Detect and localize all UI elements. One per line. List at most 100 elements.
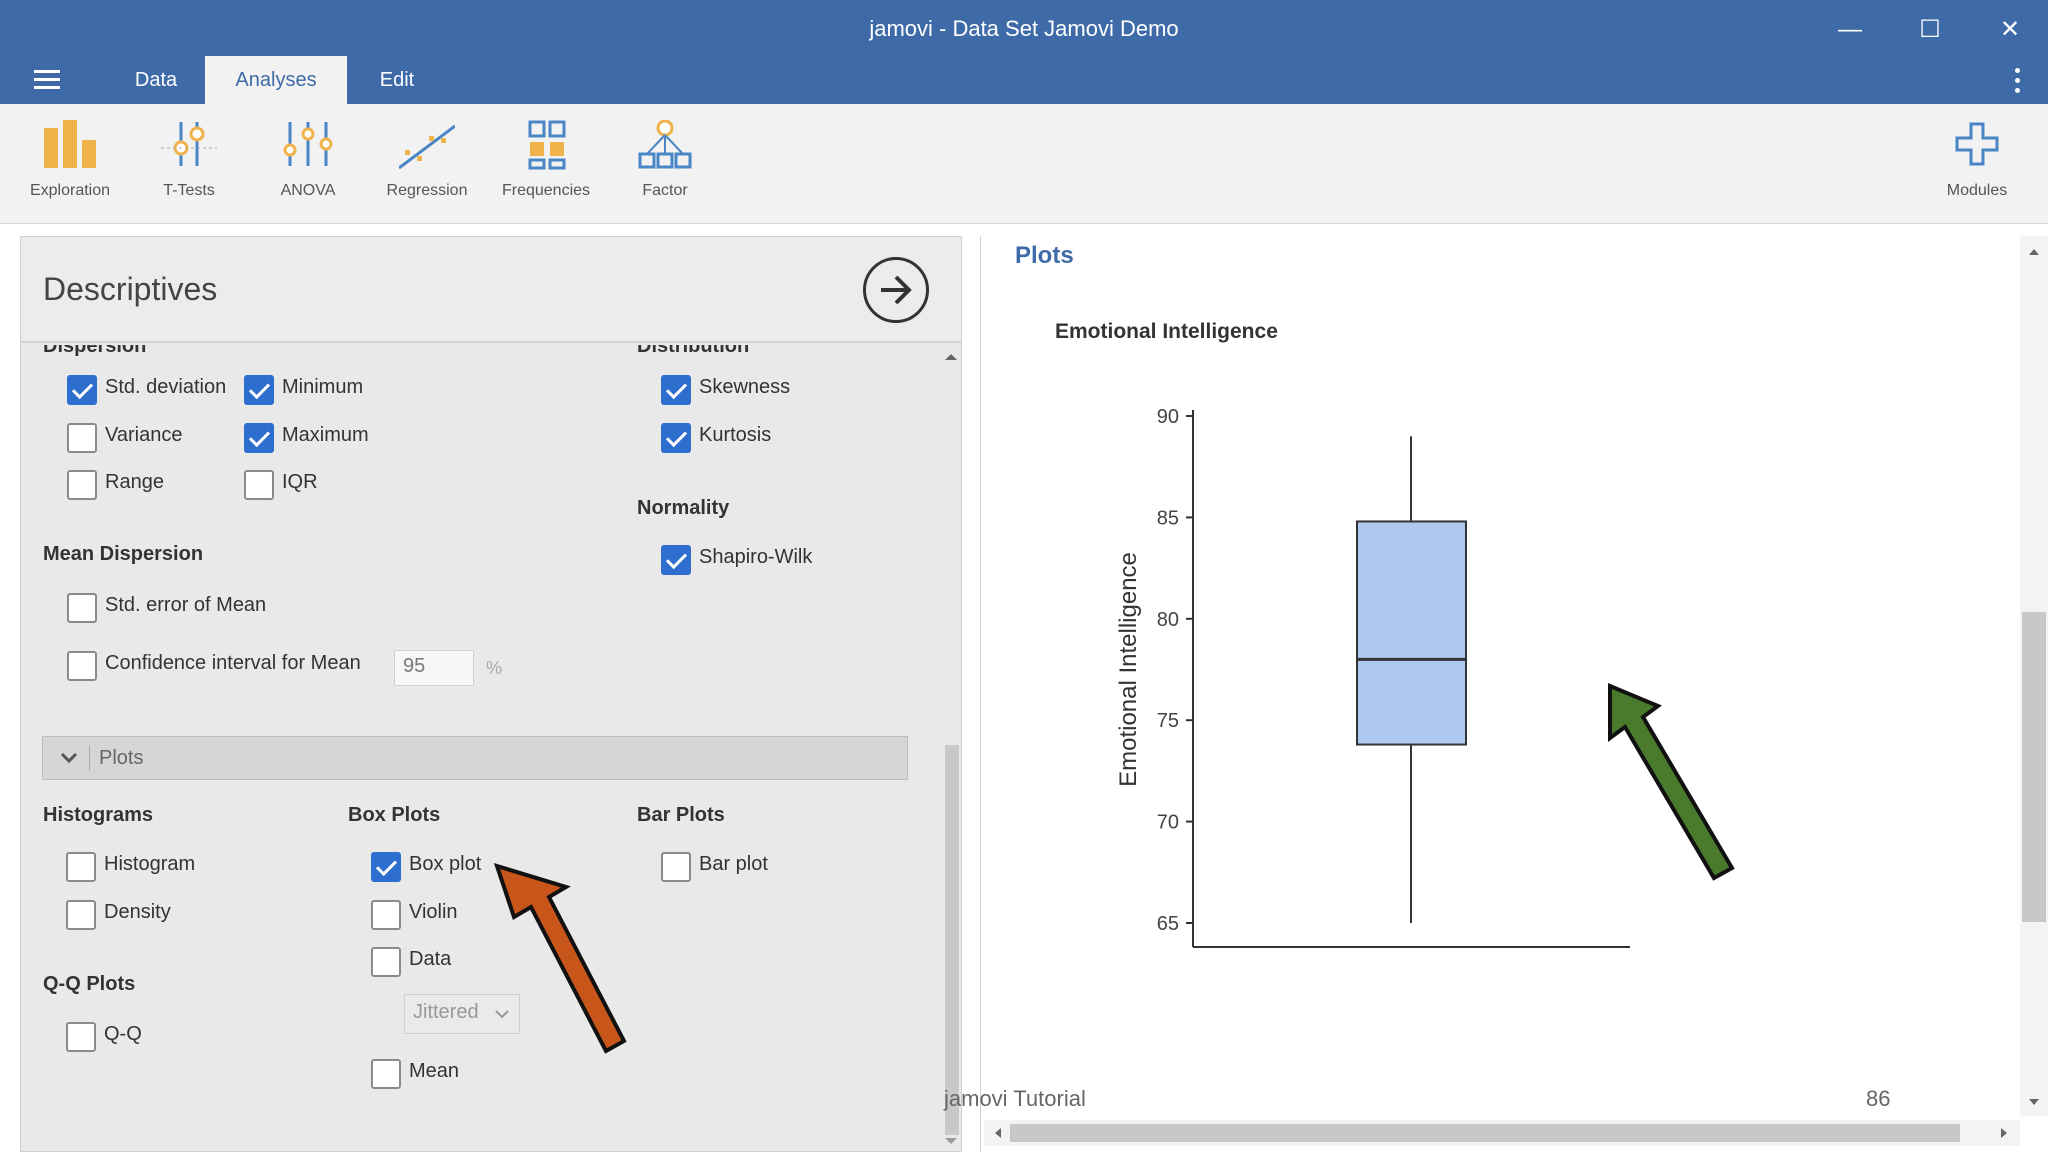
plus-icon: [1955, 122, 1999, 166]
scroll-right-icon[interactable]: [1994, 1120, 2014, 1146]
page-number: 86: [1866, 1086, 1891, 1111]
plots-section-header[interactable]: Plots: [42, 736, 908, 780]
violin-checkbox[interactable]: [371, 900, 401, 930]
t-tests-label: T-Tests: [163, 182, 215, 199]
title-bar: jamovi - Data Set Jamovi Demo — ☐ ✕ Data…: [0, 0, 2048, 104]
qq-checkbox[interactable]: [66, 1022, 96, 1052]
violin-label: Violin: [409, 901, 458, 923]
bar-plots-heading: Bar Plots: [637, 804, 725, 826]
anova-label: ANOVA: [280, 182, 336, 199]
normality-heading: Normality: [637, 497, 730, 519]
shapiro-wilk-label: Shapiro-Wilk: [699, 546, 813, 568]
results-heading: Plots: [1015, 242, 1074, 269]
box-plots-heading: Box Plots: [348, 804, 441, 826]
close-button[interactable]: ✕: [1980, 8, 2040, 52]
plot-title: Emotional Intelligence: [1055, 320, 1278, 343]
regression-label: Regression: [386, 182, 468, 199]
exploration-label: Exploration: [29, 182, 111, 199]
kurtosis-label: Kurtosis: [699, 424, 772, 446]
t-tests-icon: [161, 122, 217, 166]
std-error-mean-label: Std. error of Mean: [105, 594, 267, 616]
scroll-down-icon[interactable]: [2020, 1092, 2048, 1112]
box-plot-checkbox[interactable]: [371, 852, 401, 882]
histograms-heading: Histograms: [43, 804, 154, 826]
frequencies-icon: [528, 120, 566, 170]
distribution-heading: Distribution: [637, 345, 750, 357]
options-scrollbar[interactable]: [941, 345, 961, 1151]
chevron-down-icon: [60, 752, 78, 764]
bar-plot-checkbox[interactable]: [661, 852, 691, 882]
range-checkbox[interactable]: [67, 470, 97, 500]
modules-button[interactable]: Modules: [1922, 120, 2032, 210]
chevron-down-icon: [495, 1010, 509, 1019]
data-mode-value: Jittered: [413, 1001, 479, 1023]
iqr-checkbox[interactable]: [244, 470, 274, 500]
results-scroll-thumb[interactable]: [2022, 612, 2046, 922]
mean-dispersion-heading: Mean Dispersion: [43, 543, 204, 565]
options-header: Descriptives: [21, 237, 961, 343]
iqr-label: IQR: [282, 471, 318, 493]
results-panel: Plots Emotional Intelligence: [980, 236, 2048, 1152]
qq-plots-heading: Q-Q Plots: [43, 973, 136, 995]
data-mode-select[interactable]: Jittered: [404, 994, 520, 1034]
regression-button[interactable]: Regression: [372, 120, 482, 210]
minimum-checkbox[interactable]: [244, 375, 274, 405]
qq-label: Q-Q: [104, 1023, 142, 1045]
scroll-up-icon[interactable]: [941, 347, 961, 367]
exploration-icon: [44, 120, 96, 168]
skewness-checkbox[interactable]: [661, 375, 691, 405]
mean-checkbox[interactable]: [371, 1059, 401, 1089]
factor-label: Factor: [642, 182, 688, 199]
analysis-title: Descriptives: [43, 271, 218, 307]
more-options-icon[interactable]: [2014, 68, 2022, 94]
std-deviation-checkbox[interactable]: [67, 375, 97, 405]
footer-caption: jamovi Tutorial: [944, 1086, 1086, 1111]
options-scroll-thumb[interactable]: [945, 745, 959, 1135]
std-deviation-label: Std. deviation: [105, 376, 227, 398]
arrow-right-icon: [881, 275, 912, 305]
frequencies-button[interactable]: Frequencies: [491, 120, 601, 210]
dispersion-heading: Dispersion: [43, 345, 147, 357]
hamburger-menu-icon[interactable]: [34, 70, 60, 90]
histogram-checkbox[interactable]: [66, 852, 96, 882]
ci-mean-checkbox[interactable]: [67, 651, 97, 681]
mean-label: Mean: [409, 1060, 460, 1082]
data-label: Data: [409, 948, 452, 970]
ci-value-input[interactable]: 95: [394, 650, 474, 686]
data-checkbox[interactable]: [371, 947, 401, 977]
maximum-checkbox[interactable]: [244, 423, 274, 453]
regression-icon: [399, 124, 455, 170]
skewness-label: Skewness: [699, 376, 791, 398]
variance-label: Variance: [105, 424, 183, 446]
anova-button[interactable]: ANOVA: [253, 120, 363, 210]
density-label: Density: [104, 901, 171, 923]
tab-data[interactable]: Data: [110, 56, 202, 104]
variance-checkbox[interactable]: [67, 423, 97, 453]
density-checkbox[interactable]: [66, 900, 96, 930]
analysis-ribbon: Exploration T-Tests ANOVA Regression Fre…: [0, 104, 2048, 224]
box-plot-label: Box plot: [409, 853, 482, 875]
minimum-label: Minimum: [282, 376, 364, 398]
ci-unit: %: [486, 658, 503, 678]
scroll-down-icon[interactable]: [941, 1131, 961, 1151]
ci-mean-label: Confidence interval for Mean: [105, 652, 361, 674]
scroll-up-icon[interactable]: [2020, 242, 2048, 262]
anova-icon: [283, 122, 333, 166]
t-tests-button[interactable]: T-Tests: [134, 120, 244, 210]
minimize-button[interactable]: —: [1820, 8, 1880, 52]
std-error-mean-checkbox[interactable]: [67, 593, 97, 623]
plots-section-label: Plots: [99, 747, 144, 769]
scroll-left-icon[interactable]: [988, 1120, 1008, 1146]
tab-edit[interactable]: Edit: [352, 56, 442, 104]
bar-plot-label: Bar plot: [699, 853, 768, 875]
exploration-button[interactable]: Exploration: [15, 120, 125, 210]
shapiro-wilk-checkbox[interactable]: [661, 545, 691, 575]
tab-analyses[interactable]: Analyses: [205, 56, 347, 104]
factor-icon: [638, 120, 692, 169]
histogram-label: Histogram: [104, 853, 196, 875]
kurtosis-checkbox[interactable]: [661, 423, 691, 453]
results-horizontal-thumb[interactable]: [1010, 1124, 1960, 1142]
go-to-results-button[interactable]: [863, 257, 929, 323]
maximize-button[interactable]: ☐: [1900, 8, 1960, 52]
factor-button[interactable]: Factor: [610, 120, 720, 210]
